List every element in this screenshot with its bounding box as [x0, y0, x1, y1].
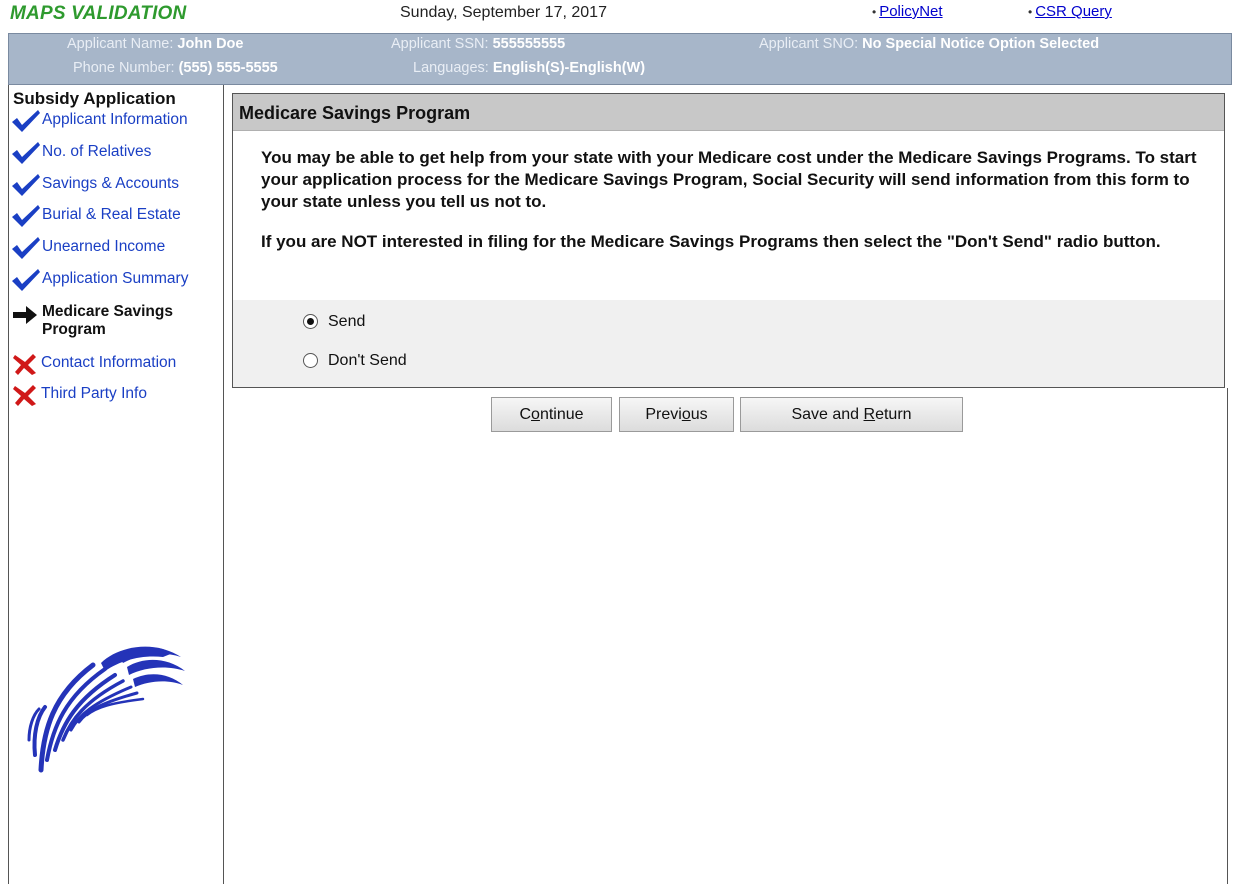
- phone-number-label: Phone Number:: [73, 60, 175, 76]
- radio-button-icon[interactable]: [303, 353, 318, 368]
- sidebar-item-label: Medicare Savings Program: [42, 303, 173, 338]
- sidebar-item-contact-information[interactable]: Contact Information: [11, 352, 223, 378]
- save-label-start: Save and: [791, 406, 864, 423]
- send-radio-label: Send: [328, 313, 366, 330]
- continue-label-start: C: [519, 406, 532, 423]
- sidebar: Subsidy Application Applicant Informatio…: [8, 85, 224, 884]
- sidebar-item-burial-real-estate[interactable]: Burial & Real Estate: [11, 204, 223, 230]
- section-title: Medicare Savings Program: [239, 103, 471, 123]
- send-option-group: Send Don't Send: [233, 300, 1224, 387]
- phone-number-value: (555) 555-5555: [178, 60, 278, 76]
- csr-query-link[interactable]: CSR Query: [1035, 3, 1112, 20]
- top-bar: MAPS VALIDATION Sunday, September 17, 20…: [0, 0, 1241, 34]
- previous-label-start: Previ: [645, 406, 682, 423]
- applicant-ssn-value: 555555555: [492, 36, 566, 52]
- save-accel-key: R: [863, 406, 876, 423]
- sidebar-item-label: No. of Relatives: [42, 143, 152, 160]
- sidebar-item-label: Savings & Accounts: [42, 175, 179, 192]
- current-date: Sunday, September 17, 2017: [400, 4, 607, 21]
- sidebar-item-label: Application Summary: [42, 270, 189, 287]
- eagle-emblem-icon: [27, 646, 185, 773]
- policynet-link-wrap: • PolicyNet: [872, 3, 943, 20]
- applicant-name-field: Applicant Name: John Doe: [67, 36, 243, 52]
- dont-send-radio-label: Don't Send: [328, 352, 407, 369]
- continue-label-end: ntinue: [539, 406, 584, 423]
- medicare-savings-panel: Medicare Savings Program You may be able…: [232, 93, 1225, 388]
- bullet-icon: •: [872, 5, 877, 19]
- applicant-info-bar: Applicant Name: John Doe Applicant SSN: …: [8, 33, 1232, 85]
- checkmark-icon: [12, 269, 40, 291]
- applicant-sno-label: Applicant SNO:: [759, 36, 859, 52]
- applicant-name-label: Applicant Name:: [67, 36, 174, 52]
- previous-accel-key: o: [681, 406, 691, 423]
- sidebar-item-label: Contact Information: [41, 354, 177, 371]
- applicant-sno-value: No Special Notice Option Selected: [862, 36, 1100, 52]
- continue-button[interactable]: Continue: [491, 397, 612, 432]
- checkmark-icon: [12, 110, 40, 132]
- applicant-name-value: John Doe: [177, 36, 244, 52]
- instruction-paragraph: If you are NOT interested in filing for …: [261, 232, 1161, 251]
- sidebar-item-application-summary[interactable]: Application Summary: [11, 268, 223, 294]
- sidebar-item-savings-accounts[interactable]: Savings & Accounts: [11, 173, 223, 199]
- content-frame-border: [1227, 388, 1228, 884]
- arrow-right-icon: [13, 306, 37, 324]
- sidebar-item-label: Third Party Info: [41, 385, 147, 402]
- phone-number-field: Phone Number: (555) 555-5555: [73, 60, 278, 76]
- panel-header: Medicare Savings Program: [233, 94, 1224, 131]
- radio-button-icon[interactable]: [303, 314, 318, 329]
- sidebar-title: Subsidy Application: [13, 89, 176, 108]
- sidebar-item-third-party-info[interactable]: Third Party Info: [11, 383, 223, 409]
- applicant-ssn-label: Applicant SSN:: [391, 36, 489, 52]
- languages-value: English(S)-English(W): [492, 60, 646, 76]
- sidebar-item-no-of-relatives[interactable]: No. of Relatives: [11, 141, 223, 167]
- bullet-icon: •: [1028, 5, 1033, 19]
- applicant-ssn-field: Applicant SSN: 555555555: [391, 36, 565, 52]
- languages-field: Languages: English(S)-English(W): [413, 60, 645, 76]
- previous-label-end: us: [690, 406, 708, 423]
- csr-query-link-wrap: • CSR Query: [1028, 3, 1112, 20]
- sidebar-item-label: Burial & Real Estate: [42, 206, 181, 223]
- x-icon: [13, 385, 36, 406]
- sidebar-item-label: Unearned Income: [42, 238, 166, 255]
- checkmark-icon: [12, 237, 40, 259]
- save-and-return-button[interactable]: Save and Return: [740, 397, 963, 432]
- sidebar-item-unearned-income[interactable]: Unearned Income: [11, 236, 223, 262]
- instruction-text: You may be able to get help from your st…: [261, 147, 1211, 271]
- sidebar-item-medicare-savings-program[interactable]: Medicare Savings Program: [11, 303, 223, 343]
- languages-label: Languages:: [413, 60, 489, 76]
- checkmark-icon: [12, 205, 40, 227]
- policynet-link[interactable]: PolicyNet: [879, 3, 942, 20]
- x-icon: [13, 354, 36, 375]
- checkmark-icon: [12, 174, 40, 196]
- previous-button[interactable]: Previous: [619, 397, 734, 432]
- continue-accel-key: o: [531, 406, 540, 423]
- app-title: MAPS VALIDATION: [10, 3, 187, 24]
- save-label-end: eturn: [875, 406, 912, 423]
- checkmark-icon: [12, 142, 40, 164]
- instruction-paragraph: You may be able to get help from your st…: [261, 148, 1197, 211]
- applicant-sno-field: Applicant SNO: No Special Notice Option …: [759, 36, 1099, 52]
- sidebar-item-label: Applicant Information: [42, 111, 188, 128]
- sidebar-item-applicant-information[interactable]: Applicant Information: [11, 109, 223, 135]
- radio-selected-dot: [307, 318, 314, 325]
